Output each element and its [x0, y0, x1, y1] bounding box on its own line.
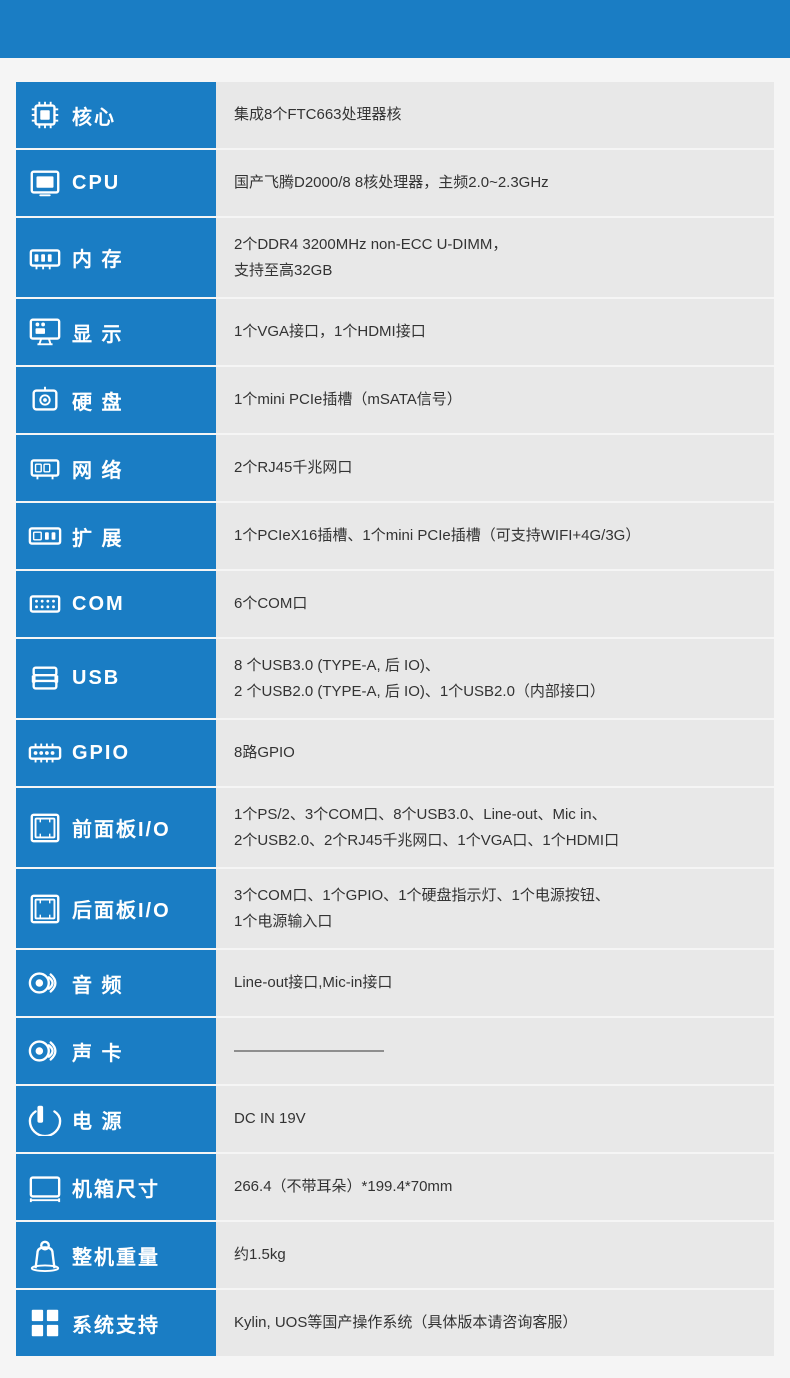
- label-cell-hdd: 硬 盘: [16, 366, 216, 434]
- network-icon: [26, 449, 64, 487]
- value-cell-weight: 约1.5kg: [216, 1221, 774, 1289]
- label-cell-gpio: GPIO: [16, 719, 216, 787]
- table-row: 整机重量 约1.5kg: [16, 1221, 774, 1289]
- specs-table-container: 核心 集成8个FTC663处理器核 CPU 国产飞腾D2000/8 8核处理器，…: [0, 58, 790, 1378]
- label-text-memory: 内 存: [72, 243, 124, 272]
- table-row: 扩 展 1个PCIeX16插槽、1个mini PCIe插槽（可支持WIFI+4G…: [16, 502, 774, 570]
- hdd-icon: [26, 381, 64, 419]
- value-cell-audio: Line-out接口,Mic-in接口: [216, 949, 774, 1017]
- table-row: 硬 盘 1个mini PCIe插槽（mSATA信号）: [16, 366, 774, 434]
- table-row: 网 络 2个RJ45千兆网口: [16, 434, 774, 502]
- value-cell-soundcard: ——————————: [216, 1017, 774, 1085]
- label-text-os: 系统支持: [72, 1309, 160, 1338]
- label-cell-com: COM: [16, 570, 216, 638]
- panel-icon: [26, 890, 64, 928]
- label-cell-audio: 音 频: [16, 949, 216, 1017]
- table-row: 前面板I/O 1个PS/2、3个COM口、8个USB3.0、Line-out、M…: [16, 787, 774, 868]
- table-row: 机箱尺寸 266.4（不带耳朵）*199.4*70mm: [16, 1153, 774, 1221]
- label-cell-expand: 扩 展: [16, 502, 216, 570]
- label-text-front-io: 前面板I/O: [72, 813, 171, 842]
- os-icon: [26, 1304, 64, 1342]
- label-cell-front-io: 前面板I/O: [16, 787, 216, 868]
- label-text-rear-io: 后面板I/O: [72, 894, 171, 923]
- label-text-cpu: CPU: [72, 172, 120, 195]
- size-icon: [26, 1168, 64, 1206]
- label-text-weight: 整机重量: [72, 1241, 160, 1270]
- value-cell-rear-io: 3个COM口、1个GPIO、1个硬盘指示灯、1个电源按钮、1个电源输入口: [216, 868, 774, 949]
- value-cell-core: 集成8个FTC663处理器核: [216, 82, 774, 149]
- value-cell-memory: 2个DDR4 3200MHz non-ECC U-DIMM，支持至高32GB: [216, 217, 774, 298]
- audio-icon: [26, 964, 64, 1002]
- label-text-com: COM: [72, 593, 125, 616]
- label-text-display: 显 示: [72, 318, 124, 347]
- value-cell-display: 1个VGA接口，1个HDMI接口: [216, 298, 774, 366]
- label-cell-rear-io: 后面板I/O: [16, 868, 216, 949]
- value-cell-size: 266.4（不带耳朵）*199.4*70mm: [216, 1153, 774, 1221]
- table-row: USB 8 个USB3.0 (TYPE-A, 后 IO)、2 个USB2.0 (…: [16, 638, 774, 719]
- table-row: COM 6个COM口: [16, 570, 774, 638]
- specs-table: 核心 集成8个FTC663处理器核 CPU 国产飞腾D2000/8 8核处理器，…: [16, 82, 774, 1358]
- cpu-icon: [26, 164, 64, 202]
- label-cell-power: 电 源: [16, 1085, 216, 1153]
- memory-icon: [26, 239, 64, 277]
- table-row: 电 源 DC IN 19V: [16, 1085, 774, 1153]
- label-cell-display: 显 示: [16, 298, 216, 366]
- table-row: 系统支持 Kylin, UOS等国产操作系统（具体版本请咨询客服）: [16, 1289, 774, 1357]
- value-cell-power: DC IN 19V: [216, 1085, 774, 1153]
- label-text-core: 核心: [72, 101, 116, 130]
- table-row: 音 频 Line-out接口,Mic-in接口: [16, 949, 774, 1017]
- panel-icon: [26, 809, 64, 847]
- table-row: 声 卡 ——————————: [16, 1017, 774, 1085]
- label-text-expand: 扩 展: [72, 522, 124, 551]
- label-cell-cpu: CPU: [16, 149, 216, 217]
- label-text-power: 电 源: [72, 1105, 124, 1134]
- label-text-size: 机箱尺寸: [72, 1173, 160, 1202]
- label-text-soundcard: 声 卡: [72, 1037, 124, 1066]
- label-cell-size: 机箱尺寸: [16, 1153, 216, 1221]
- label-cell-os: 系统支持: [16, 1289, 216, 1357]
- table-row: 内 存 2个DDR4 3200MHz non-ECC U-DIMM，支持至高32…: [16, 217, 774, 298]
- value-cell-os: Kylin, UOS等国产操作系统（具体版本请咨询客服）: [216, 1289, 774, 1357]
- label-cell-weight: 整机重量: [16, 1221, 216, 1289]
- core-icon: [26, 96, 64, 134]
- table-row: 核心 集成8个FTC663处理器核: [16, 82, 774, 149]
- label-text-audio: 音 频: [72, 969, 124, 998]
- label-cell-usb: USB: [16, 638, 216, 719]
- value-cell-usb: 8 个USB3.0 (TYPE-A, 后 IO)、2 个USB2.0 (TYPE…: [216, 638, 774, 719]
- com-icon: [26, 585, 64, 623]
- label-text-gpio: GPIO: [72, 742, 130, 765]
- label-text-hdd: 硬 盘: [72, 386, 124, 415]
- weight-icon: [26, 1236, 64, 1274]
- expand-icon: [26, 517, 64, 555]
- table-row: 显 示 1个VGA接口，1个HDMI接口: [16, 298, 774, 366]
- usb-icon: [26, 660, 64, 698]
- label-cell-network: 网 络: [16, 434, 216, 502]
- page-header: [0, 0, 790, 58]
- label-text-network: 网 络: [72, 454, 124, 483]
- audio-icon: [26, 1032, 64, 1070]
- value-cell-front-io: 1个PS/2、3个COM口、8个USB3.0、Line-out、Mic in、2…: [216, 787, 774, 868]
- table-row: GPIO 8路GPIO: [16, 719, 774, 787]
- value-cell-cpu: 国产飞腾D2000/8 8核处理器，主频2.0~2.3GHz: [216, 149, 774, 217]
- value-cell-expand: 1个PCIeX16插槽、1个mini PCIe插槽（可支持WIFI+4G/3G）: [216, 502, 774, 570]
- table-row: 后面板I/O 3个COM口、1个GPIO、1个硬盘指示灯、1个电源按钮、1个电源…: [16, 868, 774, 949]
- value-cell-hdd: 1个mini PCIe插槽（mSATA信号）: [216, 366, 774, 434]
- power-icon: [26, 1100, 64, 1138]
- display-icon: [26, 313, 64, 351]
- value-cell-com: 6个COM口: [216, 570, 774, 638]
- value-cell-gpio: 8路GPIO: [216, 719, 774, 787]
- value-cell-network: 2个RJ45千兆网口: [216, 434, 774, 502]
- label-cell-soundcard: 声 卡: [16, 1017, 216, 1085]
- label-cell-memory: 内 存: [16, 217, 216, 298]
- table-row: CPU 国产飞腾D2000/8 8核处理器，主频2.0~2.3GHz: [16, 149, 774, 217]
- label-cell-core: 核心: [16, 82, 216, 149]
- gpio-icon: [26, 734, 64, 772]
- label-text-usb: USB: [72, 667, 120, 690]
